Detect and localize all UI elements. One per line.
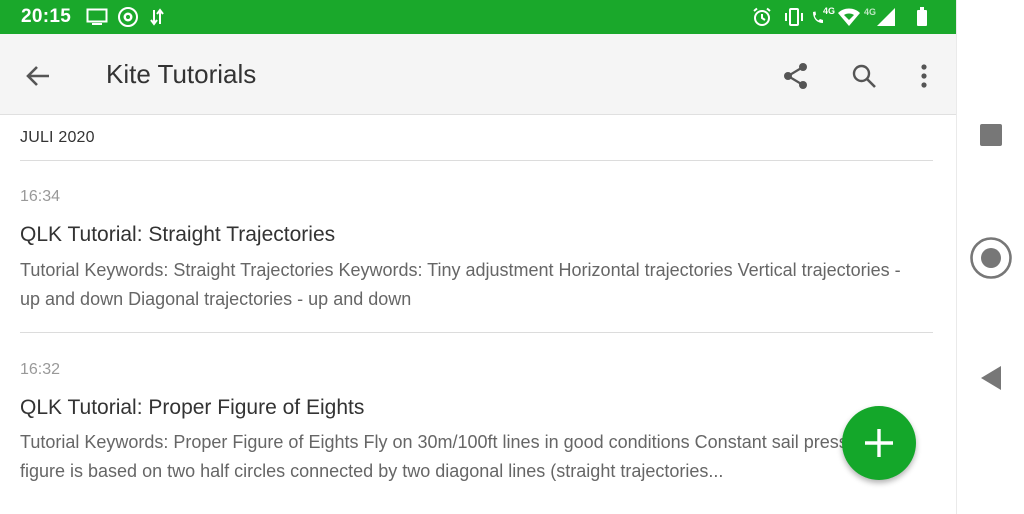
note-time: 16:34 [20, 188, 61, 205]
arrow-back-icon [26, 66, 49, 86]
app-screen: 20:15 4G 4G Kite Tutorials JULI 2020 16:… [0, 0, 956, 514]
navigation-bar [956, 0, 1024, 514]
monitor-icon [86, 7, 108, 27]
share-icon [784, 63, 807, 89]
note-title: QLK Tutorial: Straight Trajectories [20, 223, 336, 246]
more-vert-icon [921, 64, 927, 88]
data-arrows-icon [150, 7, 164, 27]
status-bar: 20:15 4G 4G [0, 0, 956, 34]
wifi-icon [837, 7, 861, 27]
app-bar: Kite Tutorials [0, 34, 956, 115]
search-icon [852, 64, 876, 88]
section-header: JULI 2020 [20, 129, 95, 146]
status-time: 20:15 [21, 6, 72, 27]
divider [20, 160, 933, 161]
page-title: Kite Tutorials [106, 59, 257, 89]
note-list: JULI 2020 16:34 QLK Tutorial: Straight T… [0, 115, 956, 514]
more-options-button[interactable] [904, 56, 944, 96]
back-triangle-icon [981, 366, 1001, 390]
back-button[interactable] [18, 56, 58, 96]
volte-label: 4G [823, 6, 836, 16]
share-button[interactable] [776, 56, 816, 96]
divider [20, 332, 933, 333]
network-label: 4G [864, 7, 877, 17]
alarm-icon [752, 7, 772, 27]
mobile-signal-icon: 4G [864, 7, 896, 27]
add-note-button[interactable] [842, 406, 916, 480]
search-button[interactable] [844, 56, 884, 96]
vibrate-icon [783, 7, 805, 27]
vpn-eye-icon [117, 7, 139, 27]
nav-back-button[interactable] [969, 356, 1013, 400]
home-button[interactable] [969, 236, 1013, 280]
recents-square-icon [980, 124, 1002, 146]
note-title: QLK Tutorial: Proper Figure of Eights [20, 396, 365, 419]
note-snippet: Tutorial Keywords: Proper Figure of Eigh… [20, 432, 910, 481]
battery-icon [916, 7, 928, 27]
volte-call-icon: 4G [811, 6, 837, 27]
recents-button[interactable] [969, 113, 1013, 157]
note-time: 16:32 [20, 361, 61, 378]
note-snippet: Tutorial Keywords: Straight Trajectories… [20, 260, 901, 309]
home-circle-icon [970, 237, 1012, 279]
plus-icon [865, 429, 893, 457]
